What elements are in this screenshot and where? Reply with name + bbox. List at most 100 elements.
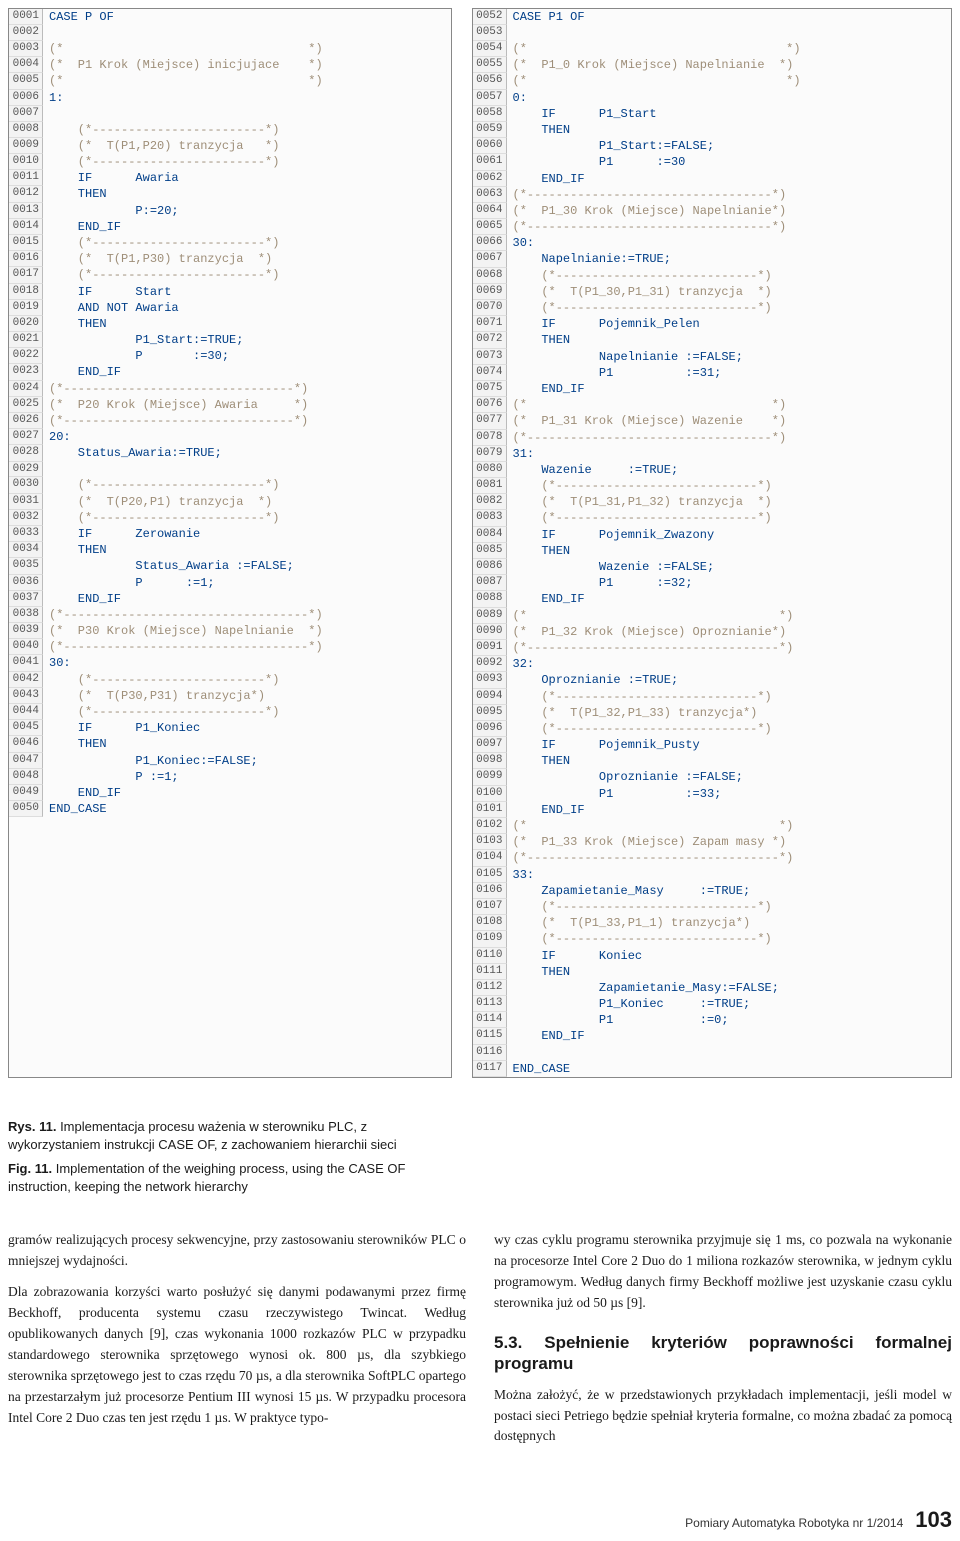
line-number: 0084 [473,527,507,543]
code-line: 0058 IF P1_Start [473,106,951,122]
line-number: 0108 [473,915,507,931]
code-line: 0108 (* T(P1_33,P1_1) tranzycja*) [473,915,951,931]
line-number: 0006 [9,90,43,106]
code-text: (* *) [507,818,951,834]
code-line: 0078(*----------------------------------… [473,430,951,446]
line-number: 0112 [473,980,507,996]
line-number: 0024 [9,381,43,397]
code-text: (* *) [507,397,951,413]
code-text: (* *) [507,608,951,624]
line-number: 0105 [473,867,507,883]
code-line: 0008 (*------------------------*) [9,122,451,138]
line-number: 0002 [9,25,43,41]
line-number: 0068 [473,268,507,284]
code-text: THEN [43,186,451,202]
line-number: 0081 [473,478,507,494]
code-line: 0099 Oproznianie :=FALSE; [473,769,951,785]
code-line: 002720: [9,429,451,445]
code-line: 004130: [9,655,451,671]
code-line: 0104(*----------------------------------… [473,850,951,866]
code-line: 0029 [9,462,451,478]
code-text: THEN [507,753,951,769]
code-line: 0093 Oproznianie :=TRUE; [473,672,951,688]
code-text: P:=20; [43,203,451,219]
code-line: 0045 IF P1_Koniec [9,720,451,736]
code-line: 0096 (*----------------------------*) [473,721,951,737]
code-line: 0025(* P20 Krok (Miejsce) Awaria *) [9,397,451,413]
line-number: 0013 [9,203,43,219]
code-line: 0097 IF Pojemnik_Pusty [473,737,951,753]
code-line: 0049 END_IF [9,785,451,801]
code-text: THEN [507,332,951,348]
code-text: P1 :=33; [507,786,951,802]
code-text: END_CASE [43,801,451,817]
code-text: (* P20 Krok (Miejsce) Awaria *) [43,397,451,413]
code-text: P1_Start:=TRUE; [43,332,451,348]
code-line: 0044 (*------------------------*) [9,704,451,720]
line-number: 0029 [9,462,43,478]
line-number: 0056 [473,73,507,89]
code-line: 0011 IF Awaria [9,170,451,186]
body-paragraph: Można założyć, że w przedstawionych przy… [494,1385,952,1448]
code-line: 0117END_CASE [473,1061,951,1077]
code-line: 0032 (*------------------------*) [9,510,451,526]
code-text: (*----------------------------*) [507,510,951,526]
line-number: 0083 [473,510,507,526]
code-line: 0083 (*----------------------------*) [473,510,951,526]
code-text: IF Pojemnik_Pelen [507,316,951,332]
line-number: 0018 [9,284,43,300]
code-text: THEN [43,316,451,332]
line-number: 0064 [473,203,507,219]
code-text: (*--------------------------------*) [43,381,451,397]
line-number: 0009 [9,138,43,154]
line-number: 0043 [9,688,43,704]
code-text: P1_Koniec :=TRUE; [507,996,951,1012]
line-number: 0047 [9,753,43,769]
code-text: (* P1_31 Krok (Miejsce) Wazenie *) [507,413,951,429]
code-text: Napelnianie:=TRUE; [507,251,951,267]
line-number: 0034 [9,542,43,558]
code-line: 0061 P1 :=30 [473,154,951,170]
line-number: 0088 [473,591,507,607]
code-text [43,25,451,41]
code-text: P1_Start:=FALSE; [507,138,951,154]
line-number: 0109 [473,931,507,947]
code-text: 20: [43,429,451,445]
code-line: 0010 (*------------------------*) [9,154,451,170]
line-number: 0007 [9,106,43,122]
code-line: 0050END_CASE [9,801,451,817]
code-text: (* P1_30 Krok (Miejsce) Napelnianie*) [507,203,951,219]
line-number: 0028 [9,445,43,461]
line-number: 0060 [473,138,507,154]
page-footer: Pomiary Automatyka Robotyka nr 1/2014 10… [8,1507,952,1533]
code-text: (* P1_33 Krok (Miejsce) Zapam masy *) [507,834,951,850]
line-number: 0071 [473,316,507,332]
code-text: (* T(P20,P1) tranzycja *) [43,494,451,510]
code-text: (* *) [507,73,951,89]
line-number: 0074 [473,365,507,381]
line-number: 0019 [9,300,43,316]
line-number: 0048 [9,769,43,785]
code-text: (*----------------------------------*) [507,187,951,203]
line-number: 0076 [473,397,507,413]
line-number: 0087 [473,575,507,591]
caption-text-pl: Implementacja procesu ważenia w sterowni… [8,1119,397,1152]
code-text [43,462,451,478]
code-line: 0109 (*----------------------------*) [473,931,951,947]
body-paragraph: gramów realizujących procesy sekwencyjne… [8,1230,466,1272]
code-line: 0053 [473,25,951,41]
line-number: 0065 [473,219,507,235]
code-text: (* T(P1_31,P1_32) tranzycja *) [507,494,951,510]
line-number: 0008 [9,122,43,138]
line-number: 0106 [473,883,507,899]
code-text: END_IF [43,591,451,607]
code-line: 0115 END_IF [473,1028,951,1044]
line-number: 0025 [9,397,43,413]
code-line: 0035 Status_Awaria :=FALSE; [9,558,451,574]
code-line: 0090(* P1_32 Krok (Miejsce) Oproznianie*… [473,624,951,640]
code-text: END_IF [507,802,951,818]
code-text: END_IF [507,1028,951,1044]
code-line: 0037 END_IF [9,591,451,607]
code-line: 0031 (* T(P20,P1) tranzycja *) [9,494,451,510]
code-line: 0060 P1_Start:=FALSE; [473,138,951,154]
